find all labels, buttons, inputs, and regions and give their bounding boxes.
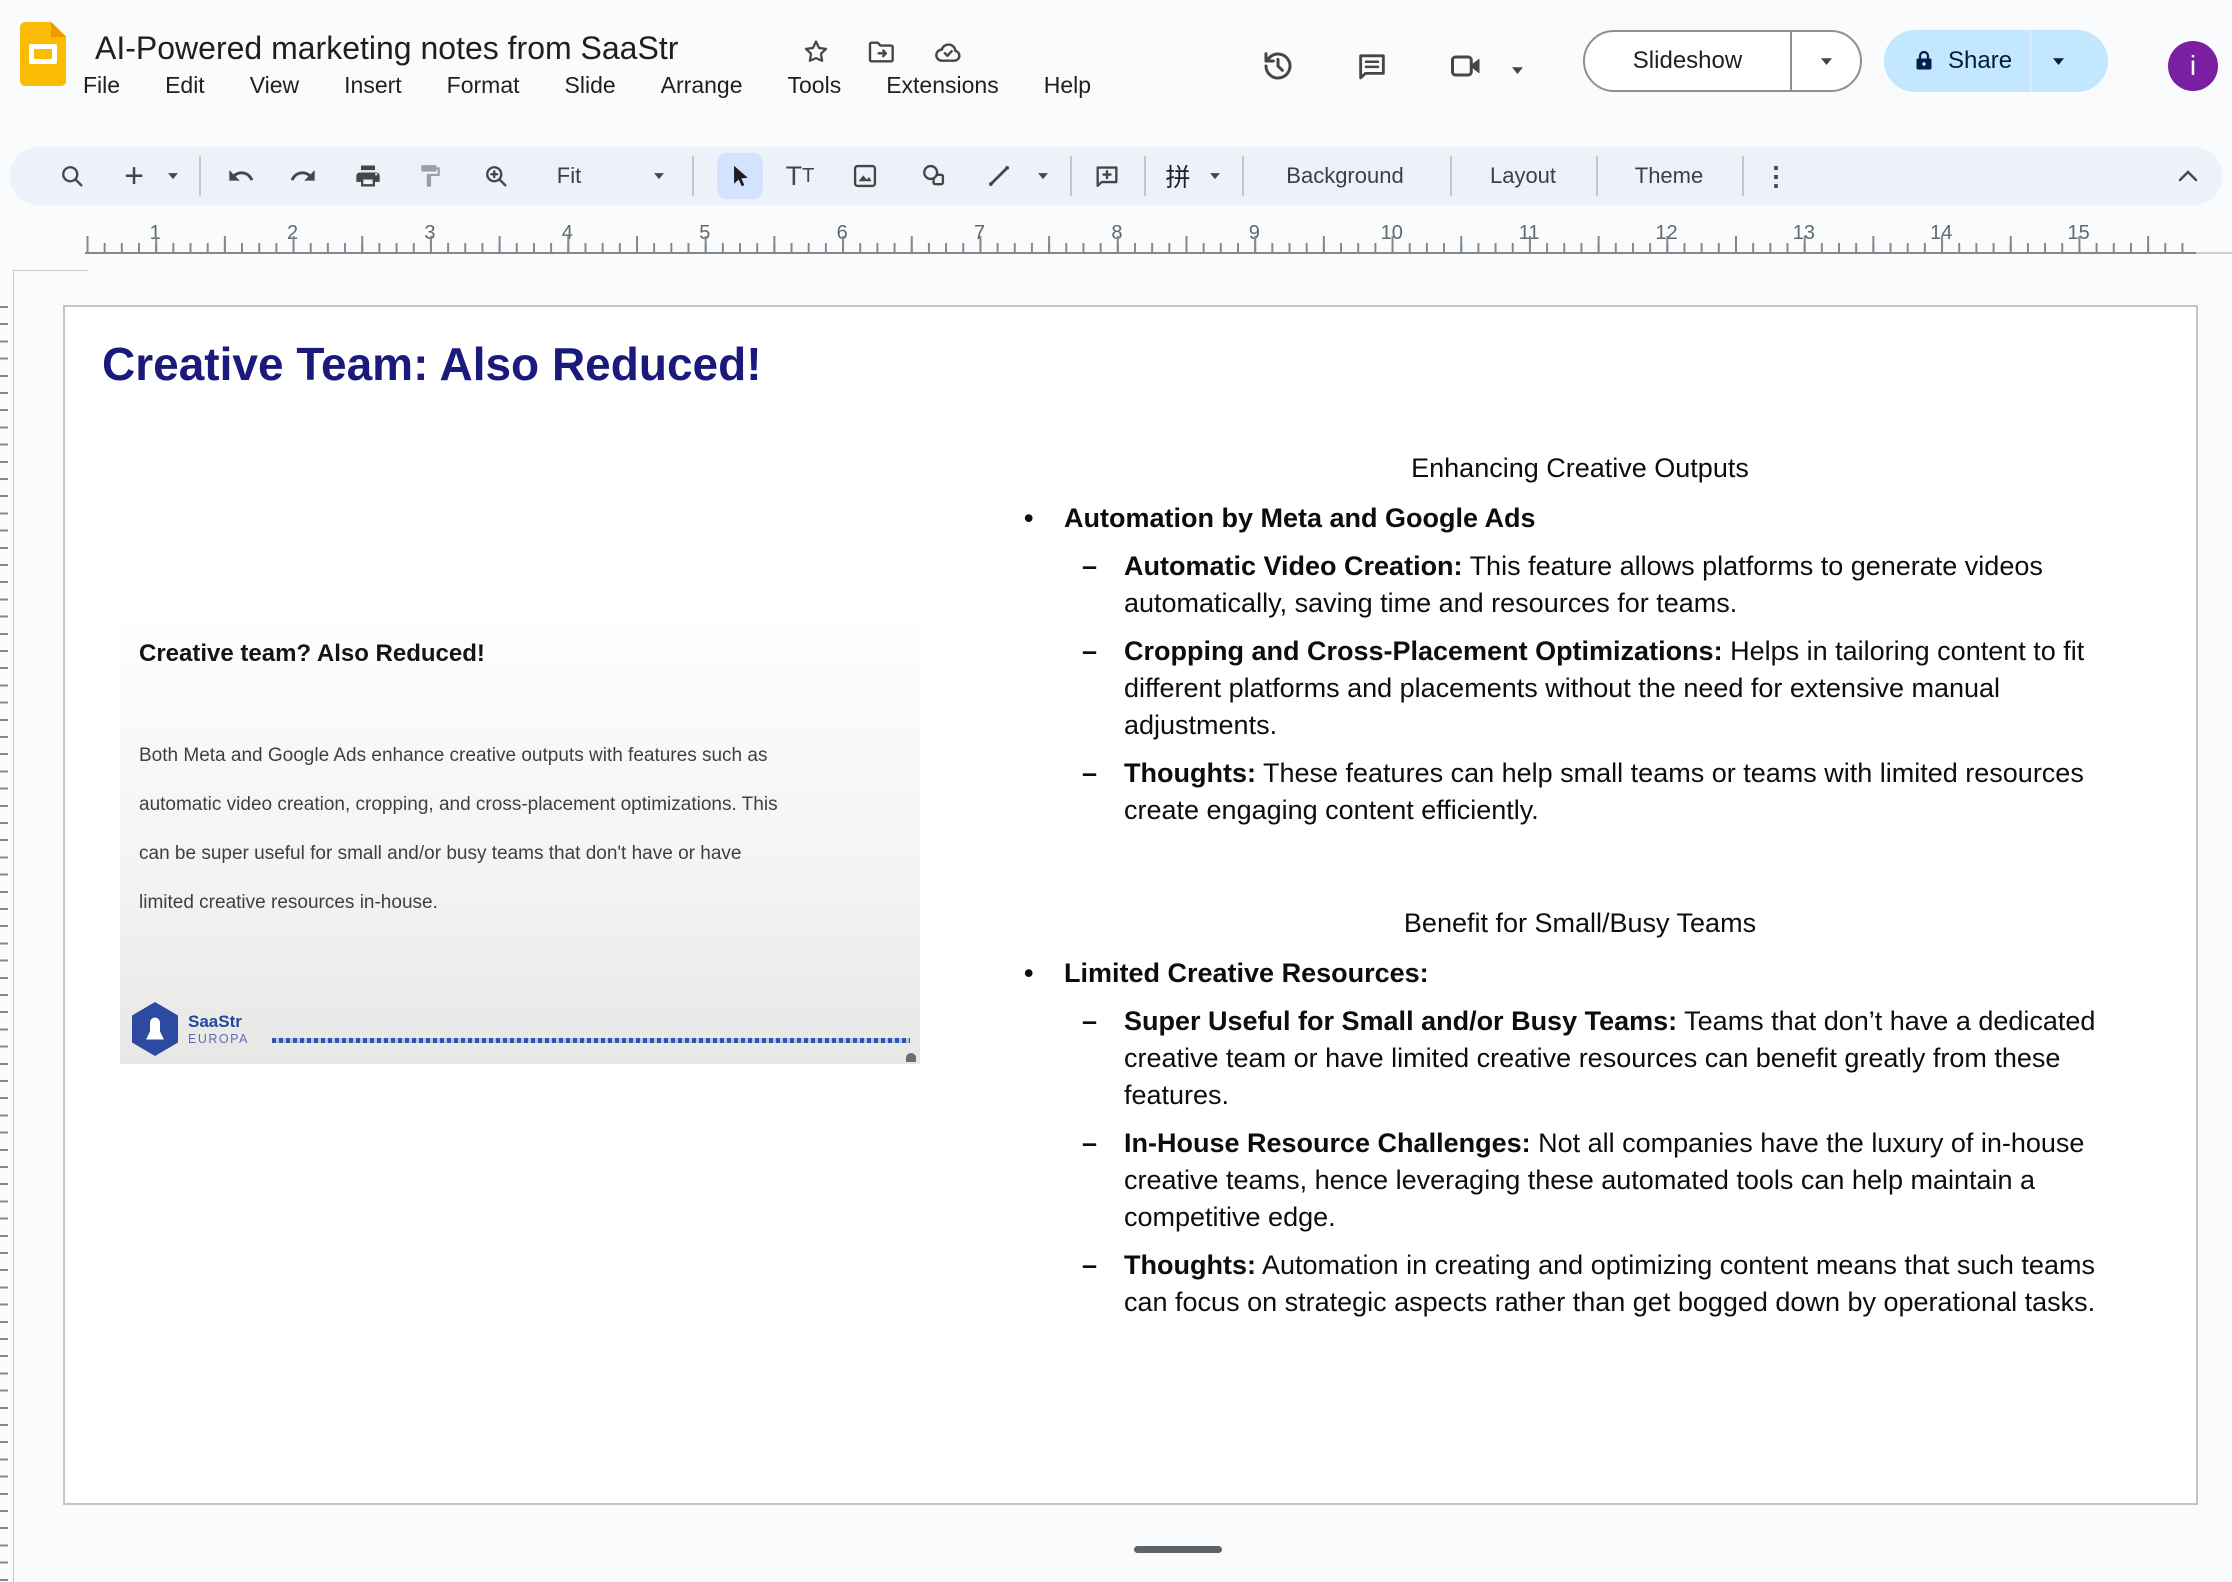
collapse-toolbar-icon[interactable] — [2166, 147, 2210, 205]
slideshow-button[interactable]: Slideshow — [1583, 30, 1862, 92]
rocket-icon — [150, 1018, 160, 1040]
section-heading: Enhancing Creative Outputs — [1010, 450, 2150, 487]
comments-icon[interactable] — [1350, 44, 1394, 88]
screenshot-body-line: can be super useful for small and/or bus… — [139, 829, 919, 878]
google-slides-logo-icon[interactable] — [20, 22, 66, 86]
saastr-logo-subtext: EUROPA — [188, 1032, 249, 1046]
theme-button[interactable]: Theme — [1614, 147, 1724, 205]
saastr-logo-text: SaaStr — [188, 1012, 242, 1032]
share-dropdown-icon[interactable] — [2052, 57, 2065, 66]
print-icon[interactable] — [346, 147, 390, 205]
zoom-select[interactable]: Fit — [534, 147, 604, 205]
share-label: Share — [1948, 47, 2012, 75]
top-level-bullet: Automation by Meta and Google Ads — [1010, 500, 2150, 537]
sub-bullet-item: Cropping and Cross-Placement Optimizatio… — [1010, 633, 2144, 744]
undo-icon[interactable] — [219, 147, 263, 205]
vertical-ruler[interactable] — [0, 306, 8, 1582]
decorative-dotted-line — [272, 1038, 910, 1043]
zoom-icon[interactable] — [474, 147, 518, 205]
ruler-ticks — [85, 236, 2196, 252]
layout-button[interactable]: Layout — [1468, 147, 1578, 205]
embedded-screenshot-image[interactable]: Creative team? Also Reduced! Both Meta a… — [120, 624, 920, 1064]
sub-bullet-list: Super Useful for Small and/or Busy Teams… — [1010, 1003, 2150, 1321]
logo-inner-rect — [29, 44, 57, 64]
menu-item[interactable]: Format — [447, 72, 520, 99]
account-avatar[interactable]: i — [2168, 41, 2218, 91]
new-slide-dropdown-icon[interactable] — [160, 147, 186, 205]
slideshow-dropdown[interactable] — [1790, 32, 1860, 90]
cloud-saved-icon[interactable] — [932, 36, 964, 68]
menu-item[interactable]: Slide — [565, 72, 616, 99]
add-comment-icon[interactable] — [1084, 147, 1130, 205]
sub-bullet-item: Super Useful for Small and/or Busy Teams… — [1010, 1003, 2144, 1114]
insert-line-icon[interactable] — [976, 147, 1022, 205]
toolbar: + Fit TT 拼 Backgro — [10, 147, 2222, 205]
section-heading: Benefit for Small/Busy Teams — [1010, 905, 2150, 942]
paint-format-icon[interactable] — [408, 147, 452, 205]
screenshot-body-line: Both Meta and Google Ads enhance creativ… — [139, 731, 919, 780]
sub-bullet-item: In-House Resource Challenges: Not all co… — [1010, 1125, 2144, 1236]
share-button[interactable]: Share — [1884, 30, 2108, 92]
ime-dropdown-icon[interactable] — [1202, 147, 1228, 205]
new-slide-button[interactable]: + — [114, 147, 154, 205]
logo-fold — [51, 22, 66, 37]
image-corner-artifact — [906, 1053, 916, 1062]
textbox-tool-icon[interactable]: TT — [776, 147, 824, 205]
slide-title-text[interactable]: Creative Team: Also Reduced! — [102, 337, 762, 391]
select-tool-button[interactable] — [717, 153, 763, 199]
sub-bullet-list: Automatic Video Creation: This feature a… — [1010, 548, 2150, 829]
horizontal-ruler[interactable]: 123456789101112131415 — [85, 224, 2196, 254]
camera-dropdown-icon[interactable] — [1502, 48, 1532, 92]
top-level-bullet: Limited Creative Resources: — [1010, 955, 2150, 992]
menu-item[interactable]: Tools — [788, 72, 842, 99]
menu-bar: File Edit View Insert Format Slide Arrange Tool… — [83, 72, 1091, 99]
notes-text-box[interactable]: Enhancing Creative Outputs Automation by… — [1010, 450, 2150, 1321]
sub-bullet-item: Thoughts: Automation in creating and opt… — [1010, 1247, 2144, 1321]
meet-camera-icon[interactable] — [1444, 44, 1488, 88]
screenshot-body: Both Meta and Google Ads enhance creativ… — [139, 731, 919, 927]
background-button[interactable]: Background — [1260, 147, 1430, 205]
menu-item[interactable]: Help — [1044, 72, 1091, 99]
slide-canvas[interactable]: Creative Team: Also Reduced! Creative te… — [63, 305, 2198, 1505]
lock-icon — [1912, 49, 1936, 73]
app-header: AI-Powered marketing notes from SaaStr F… — [0, 0, 2232, 145]
document-title[interactable]: AI-Powered marketing notes from SaaStr — [95, 30, 678, 67]
screenshot-body-line: limited creative resources in-house. — [139, 878, 919, 927]
search-menus-icon[interactable] — [50, 147, 94, 205]
sub-bullet-item: Thoughts: These features can help small … — [1010, 755, 2144, 829]
saastr-logo-icon — [132, 1002, 178, 1056]
speaker-notes-resize-handle[interactable] — [1134, 1546, 1222, 1553]
share-divider — [2030, 30, 2032, 92]
input-method-icon[interactable]: 拼 — [1158, 147, 1198, 205]
menu-item[interactable]: Extensions — [886, 72, 999, 99]
line-dropdown-icon[interactable] — [1030, 147, 1056, 205]
insert-image-icon[interactable] — [842, 147, 888, 205]
more-options-icon[interactable]: ⋮ — [1758, 147, 1794, 205]
version-history-icon[interactable] — [1256, 44, 1300, 88]
move-to-folder-icon[interactable] — [866, 36, 898, 68]
menu-item[interactable]: File — [83, 72, 120, 99]
star-icon[interactable] — [800, 36, 832, 68]
redo-icon[interactable] — [281, 147, 325, 205]
menu-item[interactable]: Arrange — [661, 72, 743, 99]
insert-shape-icon[interactable] — [910, 147, 956, 205]
menu-item[interactable]: View — [250, 72, 299, 99]
sub-bullet-item: Automatic Video Creation: This feature a… — [1010, 548, 2144, 622]
menu-item[interactable]: Edit — [165, 72, 205, 99]
menu-item[interactable]: Insert — [344, 72, 402, 99]
screenshot-body-line: automatic video creation, cropping, and … — [139, 780, 919, 829]
slideshow-label: Slideshow — [1585, 32, 1790, 90]
zoom-dropdown-icon[interactable] — [646, 147, 672, 205]
screenshot-heading: Creative team? Also Reduced! — [139, 640, 485, 668]
